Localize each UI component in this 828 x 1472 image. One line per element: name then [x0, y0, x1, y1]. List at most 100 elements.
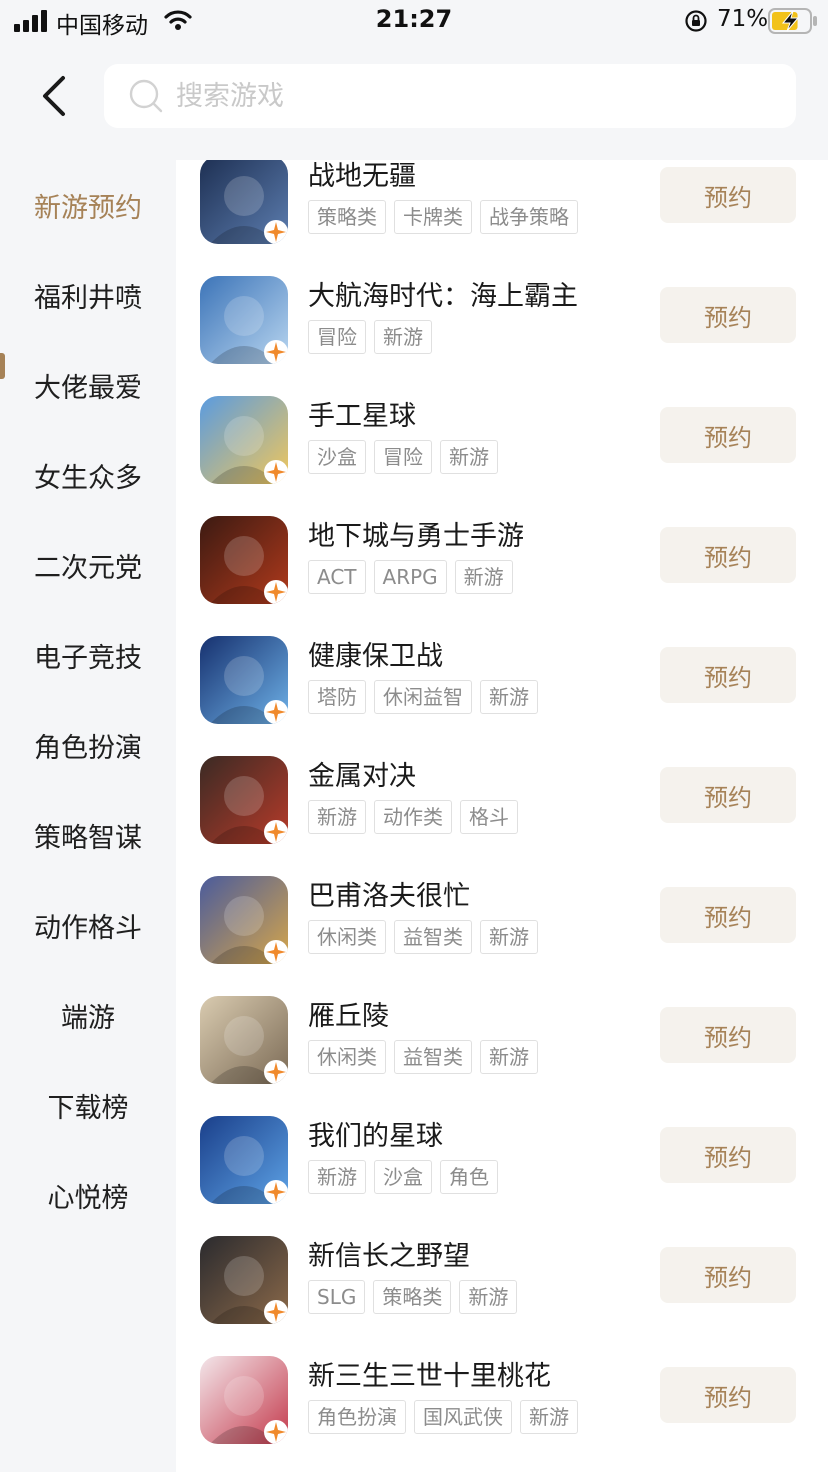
game-artwork-icon	[200, 996, 288, 1084]
search-input[interactable]	[176, 80, 736, 112]
game-title: 大航海时代：海上霸主	[308, 281, 578, 312]
search-bar[interactable]	[104, 64, 796, 128]
chevron-left-icon	[43, 76, 65, 116]
game-tag: 新游	[454, 560, 513, 594]
game-tags: 冒险 新游	[308, 320, 432, 354]
status-bar: 中国移动 21:27 71%	[0, 0, 828, 44]
reserve-button[interactable]: 预约	[660, 1247, 796, 1303]
game-tag: 卡牌类	[394, 200, 472, 234]
game-tag: 新游	[480, 680, 538, 714]
game-tag: 冒险	[374, 440, 432, 474]
game-icon[interactable]	[200, 1236, 288, 1324]
game-tags: 策略类 卡牌类 战争策略	[308, 200, 578, 234]
game-tag: 策略类	[308, 200, 386, 234]
category-sidebar: 新游预约 福利井喷 大佬最爱 女生众多 二次元党 电子竞技 角色扮演 策略智谋 动作格斗 端游 下载…	[0, 160, 176, 1472]
game-artwork-icon	[200, 636, 288, 724]
game-tags: 塔防 休闲益智 新游	[308, 680, 538, 714]
game-tag: 新游	[480, 920, 538, 954]
game-title: 地下城与勇士手游	[308, 521, 524, 552]
game-tags: 新游 动作类 格斗	[308, 800, 518, 834]
game-row[interactable]: 新三生三世十里桃花 角色扮演 国风武侠 新游 预约	[176, 1340, 828, 1460]
game-tag: 休闲类	[308, 920, 386, 954]
reserve-button[interactable]: 预约	[660, 287, 796, 343]
game-title: 新信长之野望	[308, 1241, 470, 1272]
game-row[interactable]: 新信长之野望 SLG 策略类 新游 预约	[176, 1220, 828, 1340]
game-artwork-icon	[200, 516, 288, 604]
reserve-button[interactable]: 预约	[660, 887, 796, 943]
game-tag: 新游	[440, 440, 498, 474]
game-title: 雁丘陵	[308, 1001, 389, 1032]
game-artwork-icon	[200, 160, 288, 244]
game-tag: 新游	[308, 800, 366, 834]
game-row[interactable]: 大航海时代：海上霸主 冒险 新游 预约	[176, 260, 828, 380]
game-row[interactable]: 手工星球沙盒 冒险 新游 预约	[176, 380, 828, 500]
game-tag: 休闲益智	[374, 680, 472, 714]
game-artwork-icon	[200, 876, 288, 964]
game-tag: 沙盒	[374, 1160, 432, 1194]
game-tag: 新游	[308, 1160, 366, 1194]
game-tag: 沙盒	[308, 440, 366, 474]
game-tag: 角色扮演	[308, 1400, 406, 1434]
sidebar-item-4[interactable]: 二次元党	[0, 520, 176, 610]
game-row[interactable]: 巴甫洛夫很忙 休闲类 益智类 新游 预约	[176, 860, 828, 980]
game-tag: 新游	[480, 1040, 538, 1074]
game-artwork-icon	[200, 756, 288, 844]
game-icon[interactable]	[200, 1356, 288, 1444]
rotation-lock-icon	[685, 10, 707, 32]
sidebar-item-9[interactable]: 端游	[0, 970, 176, 1060]
reserve-button[interactable]: 预约	[660, 647, 796, 703]
sidebar-item-10[interactable]: 下载榜	[0, 1060, 176, 1150]
game-icon[interactable]	[200, 996, 288, 1084]
game-icon[interactable]	[200, 160, 288, 244]
game-row[interactable]: 我们的星球 新游 沙盒 角色 预约	[176, 1100, 828, 1220]
game-tag: 新游	[459, 1280, 518, 1314]
search-icon	[129, 79, 163, 113]
game-icon[interactable]	[200, 516, 288, 604]
game-icon[interactable]	[200, 396, 288, 484]
game-row[interactable]: 健康保卫战 塔防 休闲益智 新游 预约	[176, 620, 828, 740]
game-tag: 策略类	[373, 1280, 452, 1314]
game-title: 新三生三世十里桃花	[308, 1361, 551, 1392]
sidebar-item-7[interactable]: 策略智谋	[0, 790, 176, 880]
game-tags: 休闲类 益智类 新游	[308, 1040, 538, 1074]
game-tag: 格斗	[460, 800, 518, 834]
sidebar-item-5[interactable]: 电子竞技	[0, 610, 176, 700]
game-tag: 益智类	[394, 920, 472, 954]
reserve-button[interactable]: 预约	[660, 1367, 796, 1423]
game-row[interactable]: 金属对决 新游 动作类 格斗 预约	[176, 740, 828, 860]
sidebar-item-0[interactable]: 新游预约	[0, 160, 176, 250]
game-row[interactable]: 地下城与勇士手游 ACT ARPG 新游 预约	[176, 500, 828, 620]
reserve-button[interactable]: 预约	[660, 1007, 796, 1063]
game-tag: 冒险	[308, 320, 366, 354]
sidebar-item-11[interactable]: 心悦榜	[0, 1150, 176, 1240]
sidebar-item-8[interactable]: 动作格斗	[0, 880, 176, 970]
sidebar-item-3[interactable]: 女生众多	[0, 430, 176, 520]
game-artwork-icon	[200, 276, 288, 364]
reserve-button[interactable]: 预约	[660, 527, 796, 583]
reserve-button[interactable]: 预约	[660, 407, 796, 463]
game-icon[interactable]	[200, 876, 288, 964]
game-tag: 益智类	[394, 1040, 472, 1074]
game-artwork-icon	[200, 396, 288, 484]
reserve-button[interactable]: 预约	[660, 767, 796, 823]
game-tag: 塔防	[308, 680, 366, 714]
game-title: 手工星球	[308, 401, 416, 432]
game-tag: ACT	[308, 560, 366, 594]
game-row[interactable]: 雁丘陵休闲类 益智类 新游 预约	[176, 980, 828, 1100]
sidebar-item-6[interactable]: 角色扮演	[0, 700, 176, 790]
game-tags: 新游 沙盒 角色	[308, 1160, 498, 1194]
sidebar-item-2[interactable]: 大佬最爱	[0, 340, 176, 430]
game-list: 战地无疆 策略类 卡牌类 战争策略 预约 大航海时代：海上霸主 冒险 新游 预约 手工星球 沙盒 冒险…	[176, 160, 828, 1472]
game-icon[interactable]	[200, 756, 288, 844]
game-title: 巴甫洛夫很忙	[308, 881, 470, 912]
back-button[interactable]	[26, 66, 82, 126]
game-icon[interactable]	[200, 636, 288, 724]
sidebar-item-1[interactable]: 福利井喷	[0, 250, 176, 340]
game-row[interactable]: 战地无疆 策略类 卡牌类 战争策略 预约	[176, 160, 828, 260]
game-tag: 新游	[520, 1400, 578, 1434]
game-icon[interactable]	[200, 276, 288, 364]
reserve-button[interactable]: 预约	[660, 1127, 796, 1183]
reserve-button[interactable]: 预约	[660, 167, 796, 223]
battery-charging-icon	[768, 8, 817, 34]
game-icon[interactable]	[200, 1116, 288, 1204]
